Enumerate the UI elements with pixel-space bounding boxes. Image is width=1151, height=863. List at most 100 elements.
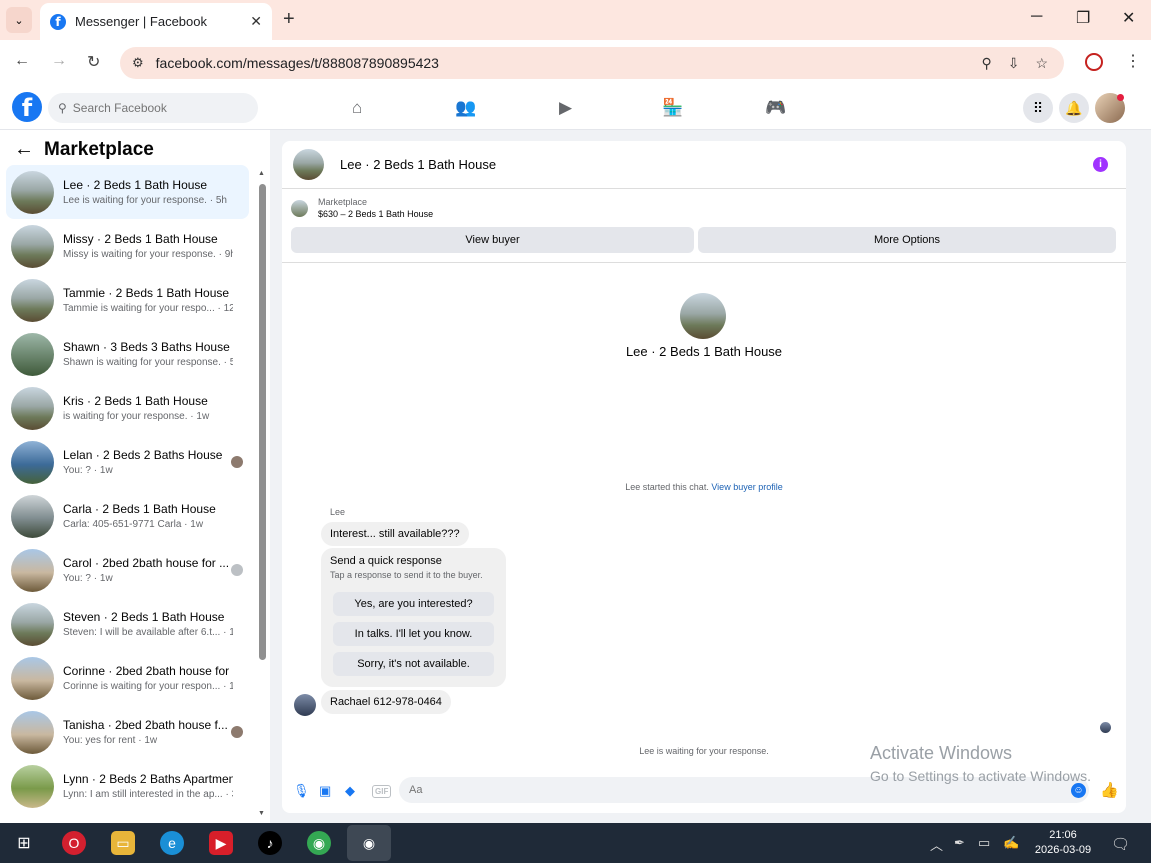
friends-icon[interactable]: 👥 (455, 98, 476, 118)
seen-avatar (231, 726, 243, 738)
file-explorer-icon[interactable]: ▭ (111, 831, 135, 855)
info-icon[interactable]: i (1093, 157, 1108, 172)
sticker-icon[interactable]: ◆ (345, 783, 355, 799)
message-bubble: Interest... still available??? (321, 522, 469, 546)
conversation-sidebar: ← Marketplace Lee · 2 Beds 1 Bath House L… (0, 130, 270, 823)
conversation-name: Steven · 2 Beds 1 Bath House (63, 610, 225, 624)
video-icon[interactable]: ▶ (559, 98, 572, 118)
conversation-preview: Carla: 405-651-9771 Carla · 1w (63, 519, 204, 530)
pen-icon[interactable]: ✒ (954, 835, 965, 851)
browser-menu-icon[interactable]: ⋮ (1125, 51, 1141, 71)
browser-tabstrip: ⌄ f Messenger | Facebook ✕ + ─ ❐ ✕ (0, 0, 1151, 40)
gaming-icon[interactable]: 🎮 (765, 98, 786, 118)
scroll-up-icon[interactable]: ▲ (258, 170, 265, 177)
reload-icon[interactable]: ↻ (87, 52, 100, 72)
home-icon[interactable]: ⌂ (352, 98, 362, 118)
conversation-preview: You: yes for rent · 1w (63, 735, 158, 746)
conversation-name: Corinne · 2bed 2bath house for ... (63, 664, 233, 678)
thumbs-up-icon[interactable]: 👍 (1100, 781, 1119, 799)
conversation-preview: You: ? · 1w (63, 465, 113, 476)
conversation-name: Kris · 2 Beds 1 Bath House (63, 394, 208, 408)
quick-response-talks-button[interactable]: In talks. I'll let you know. (333, 622, 494, 646)
search-input[interactable] (72, 101, 233, 115)
view-buyer-profile-link[interactable]: View buyer profile (711, 482, 782, 492)
chat-title[interactable]: Lee · 2 Beds 1 Bath House (340, 157, 1126, 172)
scroll-down-icon[interactable]: ▼ (258, 810, 265, 817)
search-box[interactable]: ⚲ (48, 93, 258, 123)
conversation-item[interactable]: Missy · 2 Beds 1 Bath House Missy is wait… (6, 219, 249, 273)
more-options-button[interactable]: More Options (698, 227, 1116, 253)
notification-center-icon[interactable]: 🗨 (1111, 835, 1130, 853)
menu-grid-icon[interactable]: ⠿ (1023, 93, 1053, 123)
back-arrow-icon[interactable]: ← (14, 138, 34, 161)
conversation-item[interactable]: Lelan · 2 Beds 2 Baths House You: ? · 1w (6, 435, 249, 489)
conversation-item[interactable]: Tanisha · 2bed 2bath house f... You: yes … (6, 705, 249, 759)
facebook-header: f ⚲ ⌂ 👥 ▶ 🏪 🎮 ⠿ 🔔 (0, 86, 1151, 130)
conversation-item[interactable]: Steven · 2 Beds 1 Bath House Steven: I wi… (6, 597, 249, 651)
restore-icon[interactable]: ❐ (1076, 8, 1090, 28)
conversation-item[interactable]: Tammie · 2 Beds 1 Bath House Tammie is wa… (6, 273, 249, 327)
profile-picture (680, 293, 726, 339)
emoji-icon[interactable]: ☺ (1071, 783, 1086, 798)
profile-icon[interactable] (1085, 53, 1103, 71)
network-icon[interactable]: ▭ (978, 835, 990, 851)
divider (282, 262, 1126, 263)
quick-response-sorry-button[interactable]: Sorry, it's not available. (333, 652, 494, 676)
facebook-logo-icon[interactable]: f (12, 92, 42, 122)
listing-summary[interactable]: Marketplace $630 – 2 Beds 1 Bath House (291, 197, 433, 219)
conversation-preview: Steven: I will be available after 6.t...… (63, 627, 233, 638)
back-icon[interactable]: ← (14, 52, 30, 70)
chrome-active-icon[interactable]: ◉ (347, 825, 391, 861)
chat-header: Lee · 2 Beds 1 Bath House (282, 141, 1126, 189)
chat-avatar[interactable] (293, 149, 324, 180)
notifications-icon[interactable]: 🔔 (1059, 93, 1089, 123)
quick-response-yes-button[interactable]: Yes, are you interested? (333, 592, 494, 616)
zoom-icon[interactable]: ⚲ (981, 55, 991, 72)
microphone-icon[interactable]: 🎙 (293, 783, 310, 799)
tray-overflow-icon[interactable]: ︿ (930, 835, 943, 854)
install-app-icon[interactable]: ⇩ (1008, 55, 1020, 72)
forward-icon[interactable]: → (51, 52, 67, 70)
bookmark-star-icon[interactable]: ☆ (1035, 55, 1048, 72)
tiktok-icon[interactable]: ♪ (258, 831, 282, 855)
url-text[interactable]: facebook.com/messages/t/888087890895423 (156, 55, 982, 71)
new-tab-icon[interactable]: + (283, 8, 295, 31)
scrollbar-thumb[interactable] (259, 184, 266, 660)
seen-avatar (231, 564, 243, 576)
minimize-icon[interactable]: ─ (1031, 8, 1042, 26)
close-tab-icon[interactable]: ✕ (250, 13, 262, 30)
conversation-list: Lee · 2 Beds 1 Bath House Lee is waiting … (6, 165, 249, 813)
clock-date: 2026-03-09 (1034, 844, 1092, 856)
chat-started-notice: Lee started this chat. View buyer profil… (282, 482, 1126, 492)
chrome-icon[interactable]: ◉ (307, 831, 331, 855)
conversation-item[interactable]: Carla · 2 Beds 1 Bath House Carla: 405-65… (6, 489, 249, 543)
conversation-avatar (11, 548, 54, 592)
gif-icon[interactable]: GIF (372, 785, 392, 798)
tab-search-dropdown[interactable]: ⌄ (6, 7, 32, 33)
conversation-item[interactable]: Lee · 2 Beds 1 Bath House Lee is waiting … (6, 165, 249, 219)
edge-icon[interactable]: e (160, 831, 184, 855)
taskbar-clock[interactable]: 21:06 2026-03-09 (1030, 828, 1096, 858)
media-app-icon[interactable]: ▶ (209, 831, 233, 855)
view-buyer-button[interactable]: View buyer (291, 227, 694, 253)
site-settings-icon[interactable]: ⚙ (132, 55, 144, 71)
conversation-item[interactable]: Corinne · 2bed 2bath house for ... Corinn… (6, 651, 249, 705)
chat-started-text: Lee started this chat. (625, 482, 709, 492)
photo-icon[interactable]: ▣ (319, 783, 331, 799)
conversation-item[interactable]: Lynn · 2 Beds 2 Baths Apartmen... Lynn: I… (6, 759, 249, 813)
pen-settings-icon[interactable]: ✍ (1003, 835, 1019, 851)
conversation-item[interactable]: Shawn · 3 Beds 3 Baths House Shawn is wai… (6, 327, 249, 381)
omnibox[interactable]: ⚙ facebook.com/messages/t/88808789089542… (120, 47, 1064, 79)
watermark-title: Activate Windows (870, 743, 1013, 763)
opera-icon[interactable]: O (62, 831, 86, 855)
sidebar-scrollbar[interactable]: ▲ ▼ (258, 170, 267, 820)
close-window-icon[interactable]: ✕ (1122, 8, 1135, 28)
marketplace-icon[interactable]: 🏪 (662, 98, 683, 118)
conversation-item[interactable]: Kris · 2 Beds 1 Bath House is waiting for… (6, 381, 249, 435)
conversation-preview: Lee is waiting for your response. · 5h (63, 195, 227, 206)
quick-response-title: Send a quick response (330, 555, 442, 567)
browser-tab[interactable]: f Messenger | Facebook ✕ (40, 3, 272, 40)
windows-start-icon[interactable]: ⊞ (12, 831, 36, 855)
conversation-item[interactable]: Carol · 2bed 2bath house for ... You: ? ·… (6, 543, 249, 597)
conversation-avatar (11, 602, 54, 646)
